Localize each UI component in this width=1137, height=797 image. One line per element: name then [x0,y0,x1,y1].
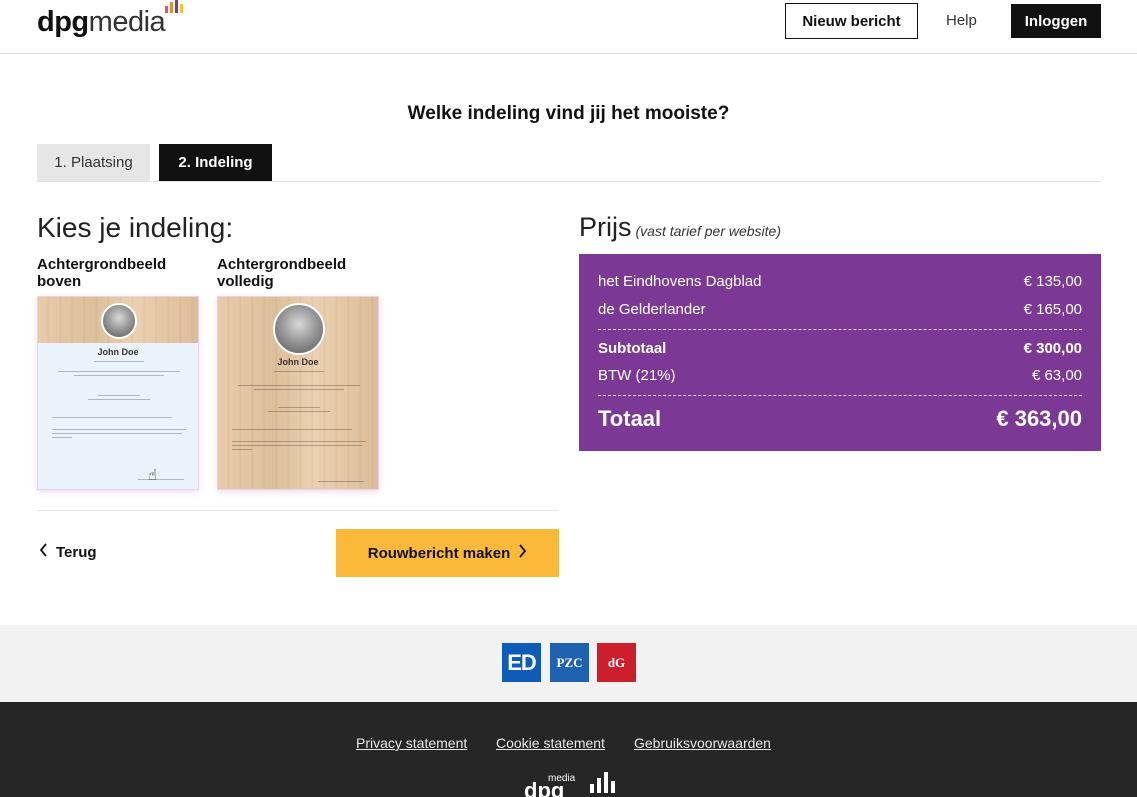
card-text-line [74,375,164,376]
vat-label: BTW (21%) [598,367,676,384]
price-subtitle: (vast tarief per website) [635,223,782,239]
card-signature-line [318,481,364,482]
price-title: Prijs (vast tarief per website) [579,212,781,243]
tab-indeling[interactable]: 2. Indeling [159,144,272,181]
make-message-label: Rouwbericht maken [367,544,511,562]
price-line-label: het Eindhovens Dagblad [598,273,762,290]
card-text-line [232,441,366,442]
card-text-line [274,371,324,372]
total-amount: € 363,00 [996,406,1082,431]
privacy-statement-link[interactable]: Privacy statement [356,735,467,751]
price-line-amount: € 165,00 [1023,301,1082,318]
login-button[interactable]: Inloggen [1011,4,1101,38]
layout-option-label-top: Achtergrondbeeld boven [37,256,167,290]
card-text-line [232,449,252,450]
back-button[interactable]: Terug [39,543,97,561]
total-label: Totaal [598,406,662,431]
make-message-button[interactable]: Rouwbericht maken [336,529,559,577]
card-text-line [58,371,180,372]
page-question: Welke indeling vind jij het mooiste? [407,103,730,124]
footer-logo-main: dpg [524,778,565,797]
chevron-left-icon [39,543,48,561]
card-text-line [278,407,320,408]
logo-bold-text: dpg [37,6,89,38]
price-line-label: de Gelderlander [598,301,706,318]
card-text-line [254,389,344,390]
card-text-line [268,411,330,412]
cookie-statement-link[interactable]: Cookie statement [496,735,605,751]
logo-bars-icon [165,0,183,13]
price-title-text: Prijs [579,212,632,242]
vat-row: BTW (21%) € 63,00 [598,367,1082,384]
help-link[interactable]: Help [946,12,977,29]
total-row: Totaal € 363,00 [598,406,1082,432]
card-text-line [232,429,352,430]
price-line: het Eindhovens Dagblad € 135,00 [598,273,1082,290]
price-line: de Gelderlander € 165,00 [598,301,1082,318]
card-person-name: John Doe [97,347,139,357]
price-separator [598,329,1082,330]
footer-logo: media dpg [524,770,575,797]
subtotal-amount: € 300,00 [1023,340,1082,357]
terms-link[interactable]: Gebruiksvoorwaarden [634,735,771,751]
card-text-line [94,361,144,362]
tab-plaatsing[interactable]: 1. Plaatsing [37,144,150,181]
dpg-media-logo[interactable]: dpgmedia [37,6,166,39]
card-text-line [232,445,362,446]
chevron-right-icon [518,544,527,562]
card-portrait [273,303,325,355]
actions-divider [37,510,559,511]
card-text-line [52,433,182,434]
card-text-line [52,417,172,418]
brand-logo-pzc[interactable]: PZC [550,643,589,682]
logo-light-text: media [88,6,166,38]
back-button-label: Terug [56,543,97,561]
subtotal-label: Subtotaal [598,340,667,357]
brand-logo-ed[interactable]: ED [502,643,541,682]
vat-amount: € 63,00 [1031,367,1082,384]
price-line-amount: € 135,00 [1023,273,1082,290]
card-text-line [238,385,360,386]
top-header: dpgmedia Nieuw bericht Help Inloggen [0,0,1137,54]
card-portrait [101,303,137,339]
hand-cursor-icon: ☝ [148,467,158,484]
layout-option-card-top[interactable]: John Doe [37,296,199,490]
layout-option-card-full[interactable]: John Doe [217,296,379,490]
card-text-line [52,429,186,430]
layout-section-title: Kies je indeling: [37,212,234,243]
card-signature-line [138,479,184,480]
card-text-line [88,399,150,400]
card-text-line [98,395,140,396]
card-text-line [52,437,72,438]
brand-logo-dg[interactable]: dG [597,643,636,682]
price-separator [598,395,1082,396]
footer-logo-bars-icon [590,772,615,793]
price-summary-box: het Eindhovens Dagblad € 135,00 de Gelde… [579,254,1101,451]
tab-divider [37,181,1101,182]
card-person-name: John Doe [277,357,319,367]
layout-option-label-full: Achtergrondbeeld volledig [217,256,347,290]
new-message-button[interactable]: Nieuw bericht [785,3,918,39]
subtotal-row: Subtotaal € 300,00 [598,340,1082,357]
